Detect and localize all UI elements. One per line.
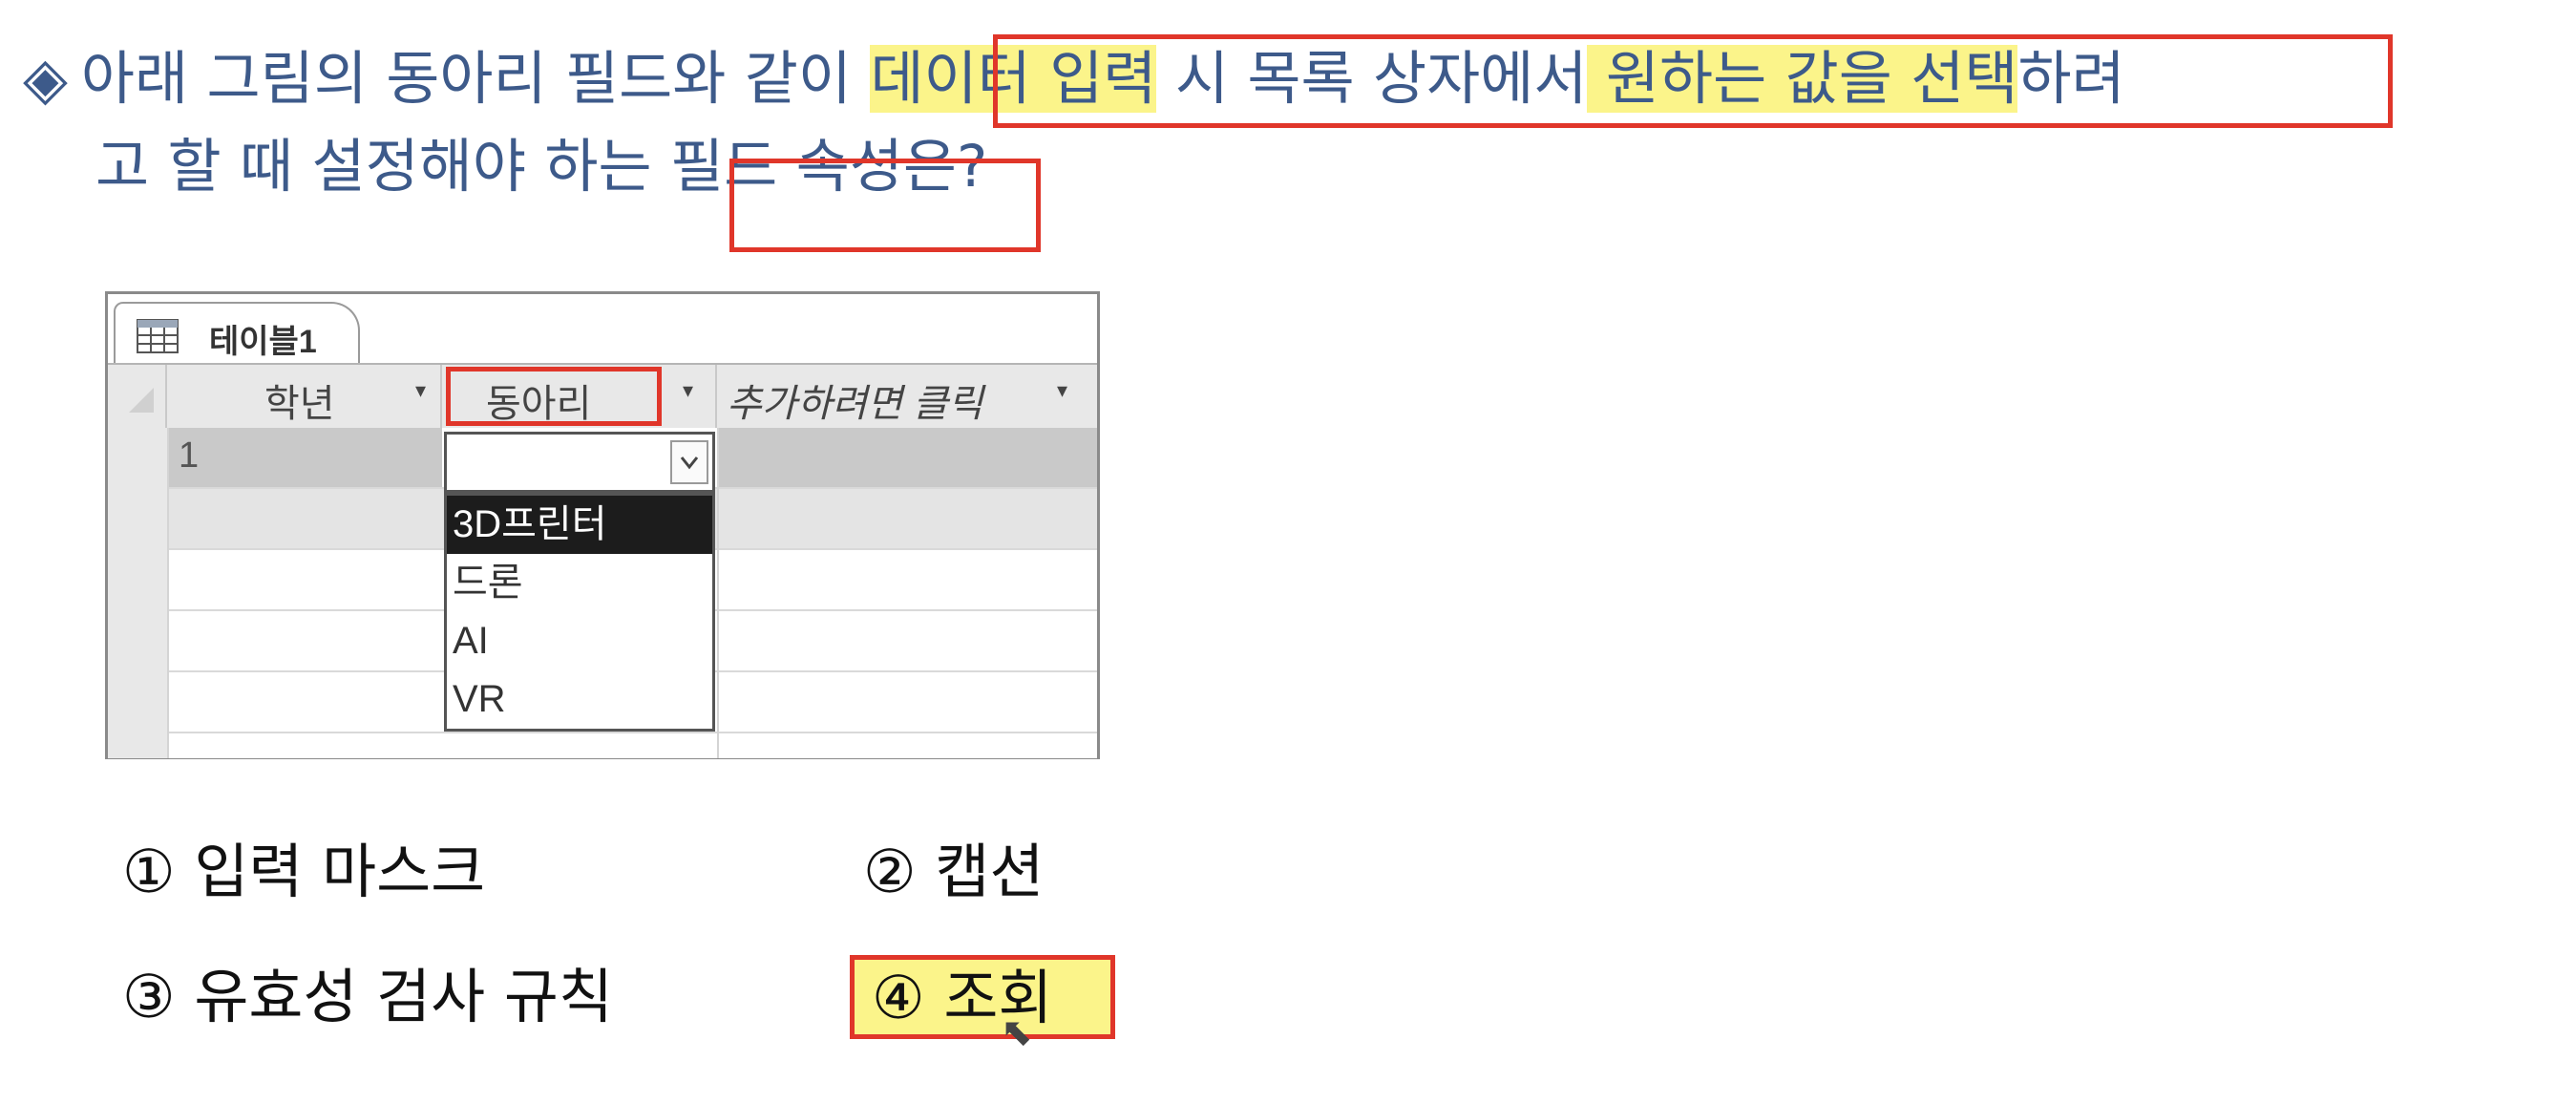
chevron-down-icon	[680, 456, 699, 470]
gridline	[167, 428, 169, 758]
column-header-add-new[interactable]: 추가하려면 클릭 ▾	[717, 365, 1097, 428]
table-tab-label: 테이블1	[209, 324, 317, 360]
table-icon	[137, 319, 179, 353]
select-all-corner[interactable]	[108, 365, 167, 428]
choice-text: 유효성 검사 규칙	[194, 962, 614, 1031]
choice-4-correct: ④ 조회	[850, 955, 1115, 1039]
column-header-grade[interactable]: 학년 ▾	[167, 365, 442, 428]
club-dropdown-list[interactable]: 3D프린터 드론 AI VR	[444, 493, 715, 732]
choice-2: ② 캡션	[863, 834, 1044, 910]
choice-mark: ②	[863, 837, 917, 906]
tab-strip: 테이블1	[108, 294, 1097, 365]
combo-dropdown-button[interactable]	[670, 440, 708, 484]
access-table-window: 테이블1 학년 ▾ 동아리 ▾ 추가하려면 클릭 ▾ 1 3D프린터 드론 AI…	[105, 291, 1100, 759]
gridline	[717, 428, 719, 758]
choice-1: ① 입력 마스크	[122, 834, 485, 910]
dropdown-arrow-icon[interactable]: ▾	[683, 378, 693, 403]
annotation-box-club-header	[446, 367, 662, 426]
dropdown-option[interactable]: 3D프린터	[447, 496, 712, 554]
annotation-box-line1	[993, 34, 2393, 128]
mouse-cursor-icon: ⬉	[1001, 1010, 1033, 1054]
dropdown-arrow-icon[interactable]: ▾	[1057, 378, 1067, 403]
diamond-bullet-icon: ◈	[23, 45, 68, 113]
choice-text: 입력 마스크	[194, 837, 486, 906]
grade-value: 1	[179, 435, 200, 476]
question-text-1a: 아래 그림의 동아리 필드와 같이	[80, 45, 871, 113]
corner-triangle-icon	[129, 388, 154, 413]
club-combo-box[interactable]	[444, 432, 715, 493]
choice-mark: ①	[122, 837, 176, 906]
grade-cell[interactable]: 1	[167, 428, 442, 487]
choice-mark: ③	[122, 962, 176, 1031]
dropdown-option[interactable]: 드론	[447, 554, 712, 612]
choice-text: 캡션	[935, 837, 1045, 906]
choice-text: 조회	[943, 963, 1053, 1032]
record-selector-column	[108, 428, 167, 758]
annotation-box-field-property	[729, 159, 1041, 252]
dropdown-option[interactable]: AI	[447, 612, 712, 670]
choice-3: ③ 유효성 검사 규칙	[122, 959, 613, 1035]
question-text-2a: 고 할 때 설정해야 하는	[95, 133, 671, 201]
dropdown-option[interactable]: VR	[447, 670, 712, 729]
dropdown-arrow-icon[interactable]: ▾	[415, 378, 426, 403]
table-tab[interactable]: 테이블1	[114, 302, 360, 365]
choice-mark: ④	[872, 963, 925, 1032]
column-header-label: 추가하려면 클릭	[727, 383, 983, 425]
column-header-label: 학년	[264, 383, 335, 425]
add-new-cell[interactable]	[717, 428, 1097, 487]
